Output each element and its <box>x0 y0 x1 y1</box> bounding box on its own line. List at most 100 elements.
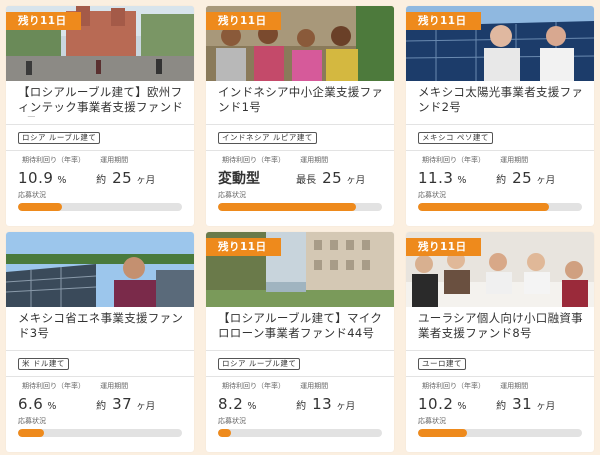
status-label: 応募状況 <box>218 417 246 425</box>
period-prefix: 最長 <box>296 175 317 186</box>
period-prefix: 約 <box>96 175 107 186</box>
funding-progress-fill <box>18 203 63 211</box>
currency-tag: メキシコ ペソ建て <box>418 132 493 144</box>
period-unit: ヶ月 <box>346 175 366 186</box>
divider <box>406 376 594 377</box>
fund-title[interactable]: 【ロシアルーブル建て】マイクロローン事業者ファンド44号 <box>218 311 384 343</box>
funding-progress-fill <box>418 429 468 437</box>
fund-card[interactable]: 残り11日 【ロシアルーブル建て】マイクロローン事業者ファンド44号 ロシア ル… <box>206 232 394 452</box>
period-unit: ヶ月 <box>536 401 556 412</box>
period-prefix: 約 <box>496 401 507 412</box>
period-value: 13 <box>312 395 333 413</box>
funding-progress-fill <box>418 203 550 211</box>
fund-card[interactable]: 残り11日 【ロシアルーブル建て】欧州フィンテック事業者支援ファンド1号 ロシア… <box>6 6 194 226</box>
funding-progress-bar <box>18 429 182 437</box>
yield-label: 期待利回り（年率） <box>22 382 85 390</box>
days-left-ribbon: 残り11日 <box>206 238 281 256</box>
divider <box>6 350 194 351</box>
period-unit: ヶ月 <box>536 175 556 186</box>
yield-value: 11.3 <box>418 169 454 187</box>
fund-photo-solar-panels[interactable]: 残り11日 <box>406 6 594 81</box>
fund-card-grid: 残り11日 【ロシアルーブル建て】欧州フィンテック事業者支援ファンド1号 ロシア… <box>0 0 600 455</box>
investment-period: 運用期間 約 31 ヶ月 <box>496 382 584 414</box>
period-value: 25 <box>322 169 343 187</box>
days-left-ribbon: 残り11日 <box>406 12 481 30</box>
funding-progress-bar <box>418 203 582 211</box>
divider <box>6 124 194 125</box>
period-value: 25 <box>512 169 533 187</box>
divider <box>206 150 394 151</box>
yield-label: 期待利回り（年率） <box>222 156 285 164</box>
days-left-ribbon: 残り11日 <box>6 12 81 30</box>
expected-yield: 期待利回り（年率） 11.3% <box>418 156 496 188</box>
yield-unit: % <box>57 175 67 186</box>
divider <box>206 124 394 125</box>
yield-value: 10.2 <box>418 395 454 413</box>
expected-yield: 期待利回り（年率） 8.2% <box>218 382 296 414</box>
yield-label: 期待利回り（年率） <box>422 382 485 390</box>
fund-title[interactable]: 【ロシアルーブル建て】欧州フィンテック事業者支援ファンド1号 <box>18 85 184 117</box>
funding-progress-bar <box>218 429 382 437</box>
expected-yield: 期待利回り（年率） 10.2% <box>418 382 496 414</box>
fund-photo-city-street[interactable]: 残り11日 <box>6 6 194 81</box>
fund-title[interactable]: インドネシア中小企業支援ファンド1号 <box>218 85 384 117</box>
fund-title[interactable]: メキシコ省エネ事業支援ファンド3号 <box>18 311 184 343</box>
fund-card[interactable]: 残り11日 インドネシア中小企業支援ファンド1号 インドネシア ルピア建て 期待… <box>206 6 394 226</box>
fund-card[interactable]: 残り11日 ユーラシア個人向け小口融資事業者支援ファンド8号 ユーロ建て 期待利… <box>406 232 594 452</box>
yield-value: 変動型 <box>218 171 260 187</box>
divider <box>6 376 194 377</box>
divider <box>206 350 394 351</box>
fund-photo-office-team[interactable]: 残り11日 <box>406 232 594 307</box>
fund-card[interactable]: 残り11日 メキシコ太陽光事業者支援ファンド2号 メキシコ ペソ建て 期待利回り… <box>406 6 594 226</box>
period-value: 37 <box>112 395 133 413</box>
divider <box>6 150 194 151</box>
period-unit: ヶ月 <box>336 401 356 412</box>
period-label: 運用期間 <box>300 382 329 390</box>
yield-value: 6.6 <box>18 395 44 413</box>
funding-progress-bar <box>18 203 182 211</box>
investment-period: 運用期間 約 37 ヶ月 <box>96 382 184 414</box>
expected-yield: 期待利回り（年率） 10.9% <box>18 156 96 188</box>
currency-tag: ユーロ建て <box>418 358 466 370</box>
yield-value: 10.9 <box>18 169 54 187</box>
yield-label: 期待利回り（年率） <box>222 382 285 390</box>
divider <box>406 150 594 151</box>
yield-unit: % <box>457 401 467 412</box>
fund-title[interactable]: ユーラシア個人向け小口融資事業者支援ファンド8号 <box>418 311 584 343</box>
fund-card[interactable]: メキシコ省エネ事業支援ファンド3号 米 ドル建て 期待利回り（年率） 6.6% … <box>6 232 194 452</box>
expected-yield: 期待利回り（年率） 6.6% <box>18 382 96 414</box>
investment-period: 運用期間 約 25 ヶ月 <box>96 156 184 188</box>
period-label: 運用期間 <box>500 382 529 390</box>
status-label: 応募状況 <box>18 417 46 425</box>
yield-unit: % <box>457 175 467 186</box>
days-left-ribbon: 残り11日 <box>206 12 281 30</box>
fund-photo-group-people[interactable]: 残り11日 <box>206 6 394 81</box>
status-label: 応募状況 <box>418 417 446 425</box>
investment-period: 運用期間 約 25 ヶ月 <box>496 156 584 188</box>
yield-unit: % <box>247 401 257 412</box>
funding-progress-fill <box>218 429 232 437</box>
funding-progress-bar <box>418 429 582 437</box>
fund-photo-city-park[interactable]: 残り11日 <box>206 232 394 307</box>
yield-label: 期待利回り（年率） <box>22 156 85 164</box>
fund-photo-solar-water-heaters[interactable] <box>6 232 194 307</box>
period-value: 25 <box>112 169 133 187</box>
period-prefix: 約 <box>496 175 507 186</box>
period-unit: ヶ月 <box>136 401 156 412</box>
currency-tag: ロシア ルーブル建て <box>218 358 301 370</box>
fund-title[interactable]: メキシコ太陽光事業者支援ファンド2号 <box>418 85 584 117</box>
days-left-ribbon: 残り11日 <box>406 238 481 256</box>
funding-progress-fill <box>18 429 45 437</box>
funding-progress-bar <box>218 203 382 211</box>
status-label: 応募状況 <box>218 191 246 199</box>
investment-period: 運用期間 約 13 ヶ月 <box>296 382 384 414</box>
divider <box>206 376 394 377</box>
investment-period: 運用期間 最長 25 ヶ月 <box>296 156 384 188</box>
expected-yield: 期待利回り（年率） 変動型 <box>218 156 296 188</box>
divider <box>406 124 594 125</box>
period-prefix: 約 <box>96 401 107 412</box>
currency-tag: ロシア ルーブル建て <box>18 132 101 144</box>
currency-tag: インドネシア ルピア建て <box>218 132 317 144</box>
yield-label: 期待利回り（年率） <box>422 156 485 164</box>
funding-progress-fill <box>218 203 356 211</box>
